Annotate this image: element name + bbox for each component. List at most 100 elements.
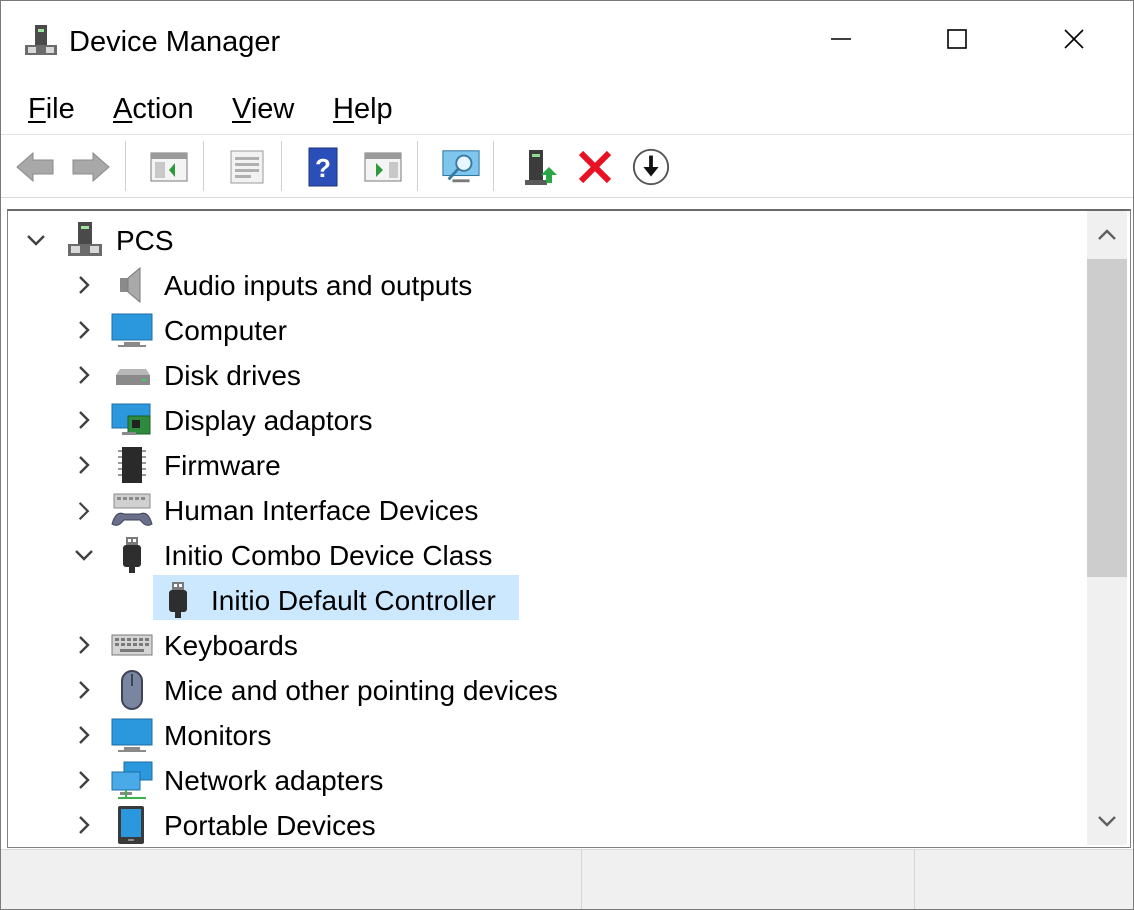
tree-item-monitors[interactable]: Monitors (8, 713, 1083, 758)
chevron-down-icon[interactable] (24, 228, 48, 252)
show-hide-console-tree-icon (150, 152, 188, 182)
uninstall-device-button[interactable] (575, 147, 615, 187)
tree-item-label: Keyboards (164, 630, 298, 661)
tree-item-keyboards[interactable]: Keyboards (8, 623, 1083, 668)
chevron-right-icon[interactable] (72, 768, 96, 792)
computer-tower-icon (68, 222, 102, 256)
menu-view-accel: V (232, 93, 251, 125)
menu-help[interactable]: Help (333, 91, 393, 127)
hid-icon (111, 493, 153, 526)
tree-item-computer[interactable]: Computer (8, 308, 1083, 353)
menu-help-label: elp (353, 93, 393, 125)
vertical-scrollbar[interactable] (1087, 211, 1127, 845)
tree-root-pcs[interactable]: PCS (8, 218, 1083, 263)
tree-item-firmware[interactable]: Firmware (8, 443, 1083, 488)
tree-item-label: Display adaptors (164, 405, 373, 436)
close-button[interactable] (1039, 9, 1109, 69)
chevron-down-icon[interactable] (72, 543, 96, 567)
menu-action-accel: A (113, 93, 133, 125)
tree-item-label: Human Interface Devices (164, 495, 479, 526)
tree-item-label: Initio Combo Device Class (164, 540, 493, 571)
menu-bar: File Action View Help (1, 85, 1133, 133)
tree-item-label: Audio inputs and outputs (164, 270, 473, 301)
tree-item-label: Computer (164, 315, 287, 346)
toolbar: ? (1, 134, 1133, 198)
close-icon (1064, 29, 1084, 49)
status-separator (581, 850, 582, 909)
menu-view-label: iew (250, 93, 295, 125)
tree-item-initio-default-controller[interactable]: Initio Default Controller (8, 578, 1083, 623)
tree-item-disk-drives[interactable]: Disk drives (8, 353, 1083, 398)
toolbar-separator (125, 141, 126, 191)
chevron-right-icon[interactable] (72, 498, 96, 522)
properties-button[interactable] (227, 147, 267, 187)
device-manager-icon (25, 25, 57, 55)
minimize-button[interactable] (806, 9, 876, 69)
menu-file[interactable]: File (28, 91, 75, 127)
disable-device-button[interactable] (631, 147, 671, 187)
menu-action-label: ction (132, 93, 194, 125)
title-bar: Device Manager (1, 1, 1133, 81)
tree-root-label: PCS (116, 225, 174, 256)
chevron-right-icon[interactable] (72, 723, 96, 747)
help-icon: ? (308, 147, 338, 187)
chevron-down-icon (1098, 816, 1116, 827)
disable-device-icon (632, 148, 670, 186)
update-driver-button[interactable] (521, 147, 561, 187)
chevron-right-icon[interactable] (72, 408, 96, 432)
scroll-thumb[interactable] (1087, 259, 1127, 577)
chevron-right-icon[interactable] (72, 813, 96, 837)
menu-file-accel: F (28, 93, 46, 125)
usb-plug-icon (169, 582, 187, 618)
scroll-down-button[interactable] (1087, 797, 1127, 845)
display-adapter-icon (111, 403, 151, 435)
tree-item-display-adaptors[interactable]: Display adaptors (8, 398, 1083, 443)
menu-view[interactable]: View (232, 91, 294, 127)
tree-item-initio-combo[interactable]: Initio Combo Device Class (8, 533, 1083, 578)
status-bar (1, 849, 1133, 909)
chevron-right-icon[interactable] (72, 453, 96, 477)
show-hide-console-tree-button[interactable] (149, 147, 189, 187)
mouse-icon (121, 670, 143, 710)
uninstall-device-icon (578, 150, 612, 184)
speaker-icon (120, 266, 141, 304)
chevron-up-icon (1098, 229, 1116, 240)
menu-file-label: ile (45, 93, 75, 125)
menu-help-accel: H (333, 93, 354, 125)
properties-icon (230, 150, 264, 184)
show-action-pane-button[interactable] (363, 147, 403, 187)
tree-item-hid[interactable]: Human Interface Devices (8, 488, 1083, 533)
device-tree: PCS Audio inputs and outputs Computer Di… (7, 209, 1131, 848)
toolbar-separator (203, 141, 204, 191)
network-adapter-icon (111, 761, 153, 799)
tree-item-label: Portable Devices (164, 810, 376, 841)
toolbar-separator (417, 141, 418, 191)
help-button[interactable]: ? (303, 147, 343, 187)
scroll-up-button[interactable] (1087, 211, 1127, 259)
keyboard-icon (111, 634, 153, 656)
maximize-icon (947, 29, 967, 49)
show-action-pane-icon (364, 152, 402, 182)
forward-button[interactable] (71, 147, 111, 187)
monitor-icon (111, 313, 153, 347)
tree-item-mice[interactable]: Mice and other pointing devices (8, 668, 1083, 713)
scan-hardware-changes-button[interactable] (441, 147, 481, 187)
tree-item-label: Initio Default Controller (211, 585, 496, 616)
chevron-right-icon[interactable] (72, 318, 96, 342)
chevron-right-icon[interactable] (72, 273, 96, 297)
back-button[interactable] (15, 147, 55, 187)
tree-item-portable-devices[interactable]: Portable Devices (8, 803, 1083, 847)
menu-action[interactable]: Action (113, 91, 194, 127)
chevron-right-icon[interactable] (72, 633, 96, 657)
update-driver-icon (525, 150, 557, 185)
chevron-right-icon[interactable] (72, 678, 96, 702)
maximize-button[interactable] (922, 9, 992, 69)
tree-item-label: Mice and other pointing devices (164, 675, 558, 706)
chevron-right-icon[interactable] (72, 363, 96, 387)
tree-item-label: Network adapters (164, 765, 384, 796)
status-separator (914, 850, 915, 909)
tree-item-network-adapters[interactable]: Network adapters (8, 758, 1083, 803)
back-icon (16, 151, 54, 183)
window-title: Device Manager (69, 26, 281, 58)
tree-item-audio[interactable]: Audio inputs and outputs (8, 263, 1083, 308)
